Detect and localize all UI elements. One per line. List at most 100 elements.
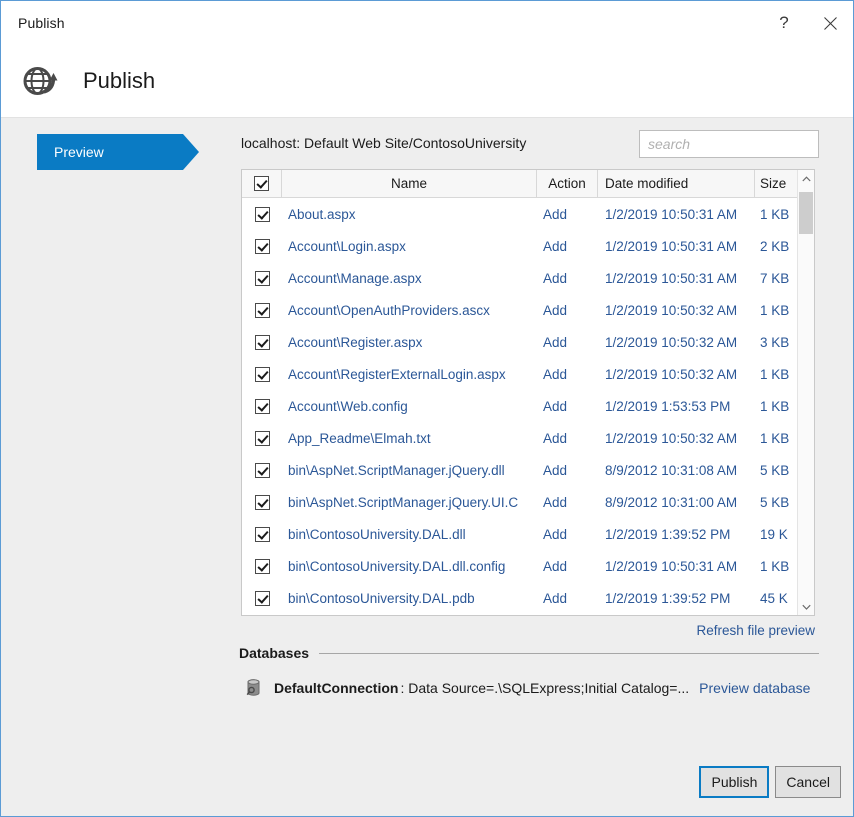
column-header-name[interactable]: Name [282, 170, 537, 197]
refresh-file-preview-link[interactable]: Refresh file preview [241, 623, 815, 638]
table-row[interactable]: bin\ContosoUniversity.DAL.dllAdd1/2/2019… [242, 518, 814, 550]
cell-size: 1 KB [755, 207, 797, 222]
row-checkbox[interactable] [255, 399, 270, 414]
row-checkbox[interactable] [255, 335, 270, 350]
table-row[interactable]: Account\Login.aspxAdd1/2/2019 10:50:31 A… [242, 230, 814, 262]
row-checkbox[interactable] [255, 463, 270, 478]
column-header-size[interactable]: Size [755, 170, 797, 197]
column-header-date-modified[interactable]: Date modified [598, 170, 755, 197]
path-row: localhost: Default Web Site/ContosoUnive… [241, 130, 819, 160]
page-title: Publish [83, 68, 155, 94]
table-row[interactable]: bin\ContosoUniversity.DAL.pdbAdd1/2/2019… [242, 582, 814, 614]
cancel-button[interactable]: Cancel [775, 766, 841, 798]
cell-size: 1 KB [755, 303, 797, 318]
row-checkbox-cell[interactable] [242, 303, 282, 318]
row-checkbox[interactable] [255, 207, 270, 222]
select-all-header-cell[interactable] [242, 170, 282, 197]
table-row[interactable]: Account\Register.aspxAdd1/2/2019 10:50:3… [242, 326, 814, 358]
title-bar: Publish ? [1, 1, 853, 45]
row-checkbox[interactable] [255, 303, 270, 318]
cell-size: 3 KB [755, 335, 797, 350]
column-header-action[interactable]: Action [537, 170, 598, 197]
row-checkbox-cell[interactable] [242, 335, 282, 350]
scroll-down-icon[interactable] [798, 598, 814, 615]
table-row[interactable]: Account\Manage.aspxAdd1/2/2019 10:50:31 … [242, 262, 814, 294]
cell-size: 5 KB [755, 495, 797, 510]
search-box[interactable] [639, 130, 819, 158]
search-input[interactable] [640, 131, 818, 157]
row-checkbox-cell[interactable] [242, 239, 282, 254]
cell-date-modified: 8/9/2012 10:31:08 AM [598, 463, 755, 478]
row-checkbox[interactable] [255, 239, 270, 254]
sidebar-item-preview[interactable]: Preview [37, 134, 183, 170]
cell-file-name: bin\ContosoUniversity.DAL.dll [282, 527, 537, 542]
row-checkbox-cell[interactable] [242, 527, 282, 542]
database-connection-name: DefaultConnection [274, 680, 398, 696]
cell-action: Add [537, 591, 598, 606]
scrollbar-thumb[interactable] [799, 192, 813, 234]
row-checkbox[interactable] [255, 431, 270, 446]
cell-file-name: Account\Manage.aspx [282, 271, 537, 286]
row-checkbox[interactable] [255, 591, 270, 606]
table-row[interactable]: bin\AspNet.ScriptManager.jQuery.dllAdd8/… [242, 454, 814, 486]
table-row[interactable]: bin\AspNet.ScriptManager.jQuery.UI.CAdd8… [242, 486, 814, 518]
databases-header: Databases [239, 645, 819, 661]
row-checkbox-cell[interactable] [242, 495, 282, 510]
cell-size: 45 K [755, 591, 797, 606]
row-checkbox[interactable] [255, 367, 270, 382]
scroll-up-icon[interactable] [798, 170, 814, 187]
cell-file-name: App_Readme\Elmah.txt [282, 431, 537, 446]
table-row[interactable]: Account\Web.configAdd1/2/2019 1:53:53 PM… [242, 390, 814, 422]
cell-date-modified: 8/9/2012 10:31:00 AM [598, 495, 755, 510]
publish-button[interactable]: Publish [699, 766, 769, 798]
row-checkbox[interactable] [255, 559, 270, 574]
cell-action: Add [537, 367, 598, 382]
table-row[interactable]: Account\RegisterExternalLogin.aspxAdd1/2… [242, 358, 814, 390]
row-checkbox-cell[interactable] [242, 591, 282, 606]
sidebar-selected-arrow [183, 134, 199, 170]
select-all-checkbox[interactable] [254, 176, 269, 191]
cell-action: Add [537, 335, 598, 350]
cell-file-name: Account\OpenAuthProviders.ascx [282, 303, 537, 318]
preview-database-link[interactable]: Preview database [699, 680, 810, 696]
row-checkbox[interactable] [255, 271, 270, 286]
cell-file-name: bin\ContosoUniversity.DAL.pdb [282, 591, 537, 606]
cell-date-modified: 1/2/2019 10:50:32 AM [598, 367, 755, 382]
table-row[interactable]: About.aspxAdd1/2/2019 10:50:31 AM1 KB [242, 198, 814, 230]
destination-path: localhost: Default Web Site/ContosoUnive… [241, 135, 526, 151]
database-icon [243, 677, 265, 699]
row-checkbox-cell[interactable] [242, 271, 282, 286]
row-checkbox-cell[interactable] [242, 463, 282, 478]
cell-size: 1 KB [755, 367, 797, 382]
sidebar-item-label: Preview [37, 144, 104, 160]
cell-action: Add [537, 207, 598, 222]
table-row[interactable]: App_Readme\Elmah.txtAdd1/2/2019 10:50:32… [242, 422, 814, 454]
help-button[interactable]: ? [761, 1, 807, 45]
cell-action: Add [537, 399, 598, 414]
row-checkbox-cell[interactable] [242, 431, 282, 446]
cell-action: Add [537, 495, 598, 510]
row-checkbox-cell[interactable] [242, 367, 282, 382]
globe-publish-icon [18, 59, 62, 103]
dialog-footer: Publish Cancel [699, 766, 841, 798]
question-mark-icon: ? [779, 13, 788, 33]
row-checkbox-cell[interactable] [242, 399, 282, 414]
cell-action: Add [537, 559, 598, 574]
databases-section: Databases DefaultConnection : Data Sourc… [239, 645, 819, 699]
row-checkbox-cell[interactable] [242, 559, 282, 574]
dialog-header: Publish [1, 45, 853, 118]
file-list-scrollbar[interactable] [797, 170, 814, 615]
cell-file-name: Account\Register.aspx [282, 335, 537, 350]
table-row[interactable]: Account\OpenAuthProviders.ascxAdd1/2/201… [242, 294, 814, 326]
row-checkbox-cell[interactable] [242, 207, 282, 222]
cell-file-name: bin\AspNet.ScriptManager.jQuery.UI.C [282, 495, 537, 510]
row-checkbox[interactable] [255, 495, 270, 510]
cell-size: 1 KB [755, 399, 797, 414]
table-row[interactable]: bin\ContosoUniversity.DAL.dll.configAdd1… [242, 550, 814, 582]
sidebar: Preview [1, 118, 239, 816]
cell-action: Add [537, 463, 598, 478]
cell-action: Add [537, 303, 598, 318]
close-button[interactable] [807, 1, 853, 45]
cell-date-modified: 1/2/2019 10:50:32 AM [598, 431, 755, 446]
row-checkbox[interactable] [255, 527, 270, 542]
